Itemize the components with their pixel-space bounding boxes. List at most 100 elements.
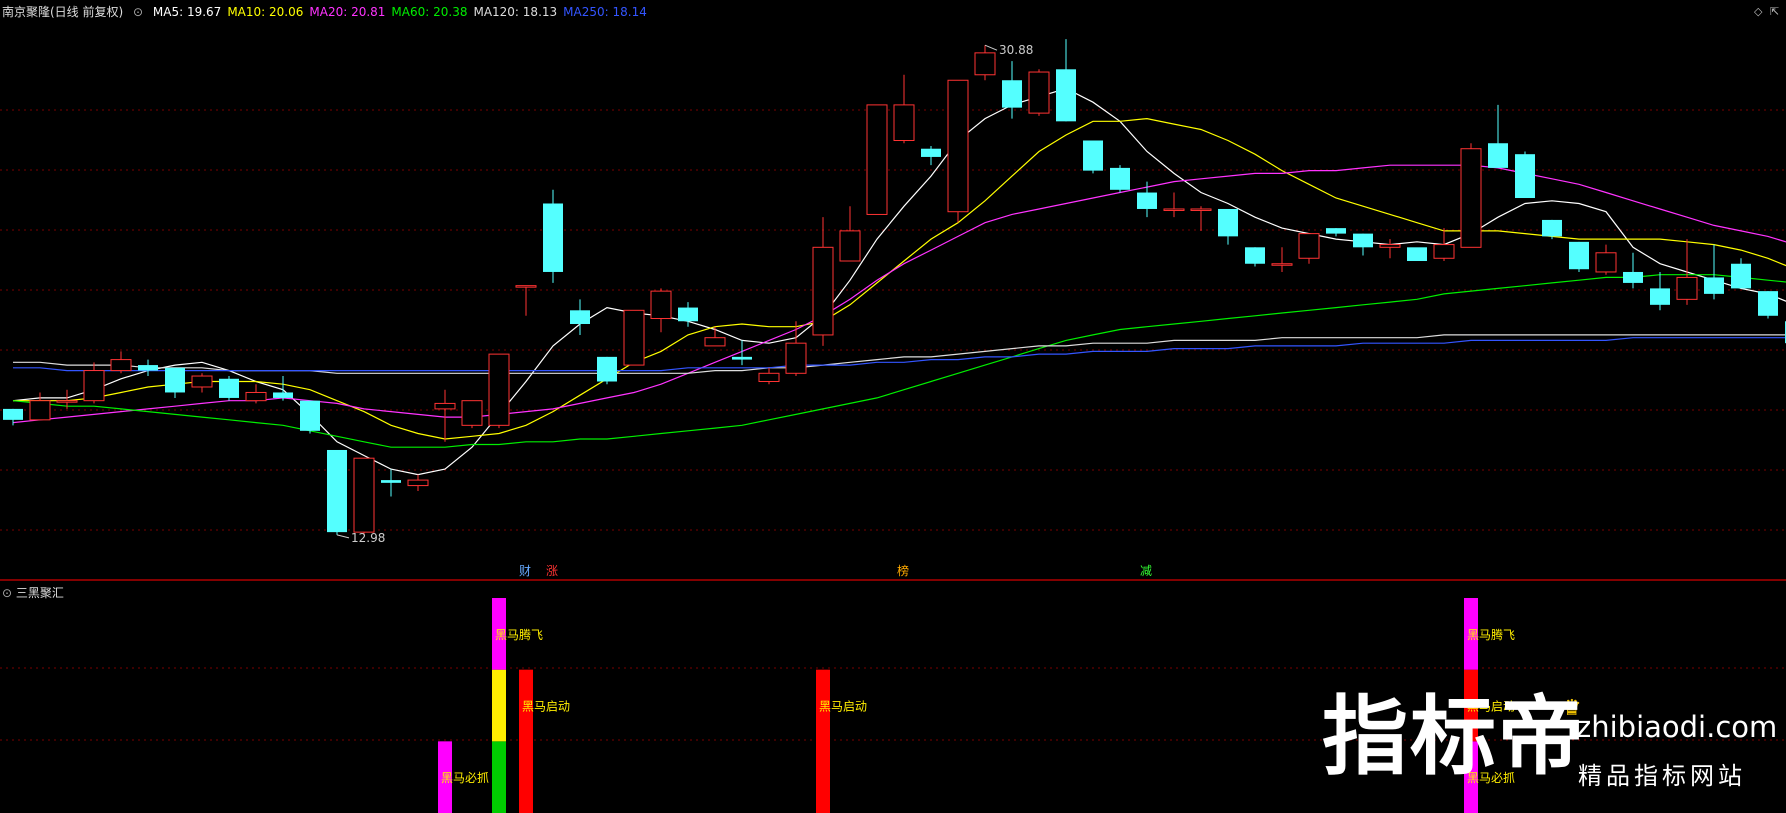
- candle-body-down[interactable]: [1569, 241, 1589, 270]
- watermark-slogan: 精品指标网站: [1578, 762, 1746, 790]
- candle-body-down[interactable]: [1758, 291, 1778, 316]
- candle-body-down[interactable]: [327, 449, 347, 533]
- ma-line-ma60: [12, 274, 1786, 448]
- candle-body-down[interactable]: [300, 400, 320, 431]
- candle-body-down[interactable]: [678, 307, 698, 322]
- candle-body-down[interactable]: [543, 203, 563, 272]
- candle-body-up[interactable]: [1190, 208, 1212, 211]
- candle-body-down[interactable]: [1353, 233, 1373, 248]
- price-grid: [0, 109, 1786, 741]
- moving-average-lines: [12, 87, 1786, 476]
- candle-body-up[interactable]: [947, 79, 969, 213]
- price-annotations: 30.88 12.98 财 涨 榜 减: [336, 43, 1152, 578]
- candle-body-down[interactable]: [1137, 192, 1157, 209]
- candle-body-up[interactable]: [623, 309, 645, 366]
- candle-body-up[interactable]: [353, 457, 375, 533]
- ma-legend-item: MA250: 18.14: [563, 5, 647, 19]
- candle-body-down[interactable]: [1002, 80, 1022, 108]
- candle-body-up[interactable]: [1460, 148, 1482, 248]
- stock-chart-window: 30.88 12.98 财涨榜减 黑马必抓 黑马腾飞 黑马启动 黑马启动 黑马腾飞 黑马启动黑…: [0, 0, 1786, 813]
- candle-body-down[interactable]: [1245, 247, 1265, 264]
- candle-body-up[interactable]: [1271, 263, 1293, 266]
- candle-body-up[interactable]: [29, 400, 51, 421]
- candlestick-series[interactable]: [3, 39, 1786, 535]
- candle-body-up[interactable]: [812, 246, 834, 336]
- ma-legend-item: MA60: 20.38: [391, 5, 468, 19]
- candle-body-down[interactable]: [1731, 263, 1751, 289]
- signal-label: 黑马启动: [819, 700, 867, 714]
- ma-legend-item: MA10: 20.06: [227, 5, 304, 19]
- candle-body-down[interactable]: [1083, 140, 1103, 171]
- candle-body-up[interactable]: [191, 375, 213, 388]
- watermark-url: zhibiaodi.com: [1576, 710, 1778, 744]
- sub-panel-title[interactable]: 三黑聚汇: [16, 586, 64, 600]
- candle-body-up[interactable]: [704, 337, 726, 347]
- candle-body-up[interactable]: [1163, 208, 1185, 211]
- event-marker[interactable]: 减: [1140, 564, 1152, 578]
- candle-body-down[interactable]: [1326, 228, 1346, 234]
- event-marker[interactable]: 榜: [897, 563, 909, 578]
- candle-body-down[interactable]: [3, 408, 23, 420]
- stock-title[interactable]: 南京聚隆(日线 前复权): [2, 5, 123, 19]
- candle-body-down[interactable]: [273, 392, 293, 398]
- candle-body-up[interactable]: [893, 104, 915, 142]
- candle-body-up[interactable]: [461, 400, 483, 426]
- event-marker[interactable]: 涨: [546, 563, 558, 578]
- signal-label: 黑马腾飞: [495, 627, 543, 642]
- candle-body-down[interactable]: [1407, 247, 1427, 262]
- candle-body-up[interactable]: [488, 353, 510, 426]
- candle-body-down[interactable]: [1542, 219, 1562, 237]
- candle-body-down[interactable]: [570, 310, 590, 324]
- candle-body-down[interactable]: [219, 378, 239, 398]
- candle-body-up[interactable]: [1433, 244, 1455, 259]
- candle-body-down[interactable]: [597, 356, 617, 382]
- candle-body-down[interactable]: [381, 480, 401, 483]
- candle-body-down[interactable]: [1515, 154, 1535, 199]
- candle-body-up[interactable]: [650, 290, 672, 320]
- ma-legend-item: MA20: 20.81: [309, 5, 386, 19]
- candle-body-down[interactable]: [732, 356, 752, 360]
- candle-body-down[interactable]: [1704, 277, 1724, 294]
- candle-body-down[interactable]: [1623, 271, 1643, 283]
- indicator-header: 南京聚隆(日线 前复权) ⊙ MA5: 19.67 MA10: 20.06 MA20…: [2, 3, 659, 20]
- settings-chevron-icon[interactable]: ⊙: [133, 5, 143, 19]
- candle-body-down[interactable]: [1488, 143, 1508, 168]
- signal-label: 黑马必抓: [441, 771, 489, 785]
- diamond-icon[interactable]: ◇: [1754, 5, 1762, 18]
- candle-body-up[interactable]: [434, 402, 456, 410]
- candle-body-up[interactable]: [839, 230, 861, 262]
- high-price-label: 30.88: [999, 43, 1033, 57]
- signal-bar-segment[interactable]: [492, 669, 506, 742]
- candle-body-up[interactable]: [785, 342, 807, 374]
- ma-legend: MA5: 19.67 MA10: 20.06 MA20: 20.81 MA60: 20…: [153, 5, 653, 19]
- expand-icon[interactable]: ⇱: [1770, 5, 1779, 18]
- event-marker[interactable]: 财: [519, 564, 531, 578]
- candle-body-up[interactable]: [1379, 244, 1401, 248]
- candle-body-up[interactable]: [1028, 71, 1050, 114]
- candle-body-up[interactable]: [245, 391, 267, 402]
- candle-body-up[interactable]: [1298, 233, 1320, 259]
- candle-body-up[interactable]: [1595, 252, 1617, 273]
- candle-body-up[interactable]: [83, 370, 105, 402]
- candle-body-up[interactable]: [866, 104, 888, 215]
- candle-body-up[interactable]: [56, 400, 78, 403]
- candle-body-down[interactable]: [1218, 208, 1238, 237]
- candle-body-down[interactable]: [165, 367, 185, 393]
- candle-body-down[interactable]: [1110, 167, 1130, 190]
- candle-body-up[interactable]: [974, 52, 996, 76]
- candle-body-up[interactable]: [515, 285, 537, 288]
- sub-panel-header: ⊙ 三黑聚汇: [2, 584, 64, 601]
- watermark-brand: 指标帝: [1322, 687, 1586, 787]
- candle-body-down[interactable]: [921, 148, 941, 157]
- candle-body-up[interactable]: [1676, 276, 1698, 300]
- signal-bar-segment[interactable]: [492, 741, 506, 813]
- candle-body-up[interactable]: [110, 359, 132, 372]
- candle-body-down[interactable]: [1650, 288, 1670, 305]
- chevron-down-icon[interactable]: ⊙: [2, 586, 12, 600]
- candle-body-down[interactable]: [1056, 69, 1076, 122]
- candle-body-down[interactable]: [138, 365, 158, 371]
- candle-body-up[interactable]: [407, 479, 429, 487]
- candle-body-up[interactable]: [758, 372, 780, 383]
- signal-bar-segment[interactable]: [816, 669, 830, 813]
- signal-bar-segment[interactable]: [519, 669, 533, 813]
